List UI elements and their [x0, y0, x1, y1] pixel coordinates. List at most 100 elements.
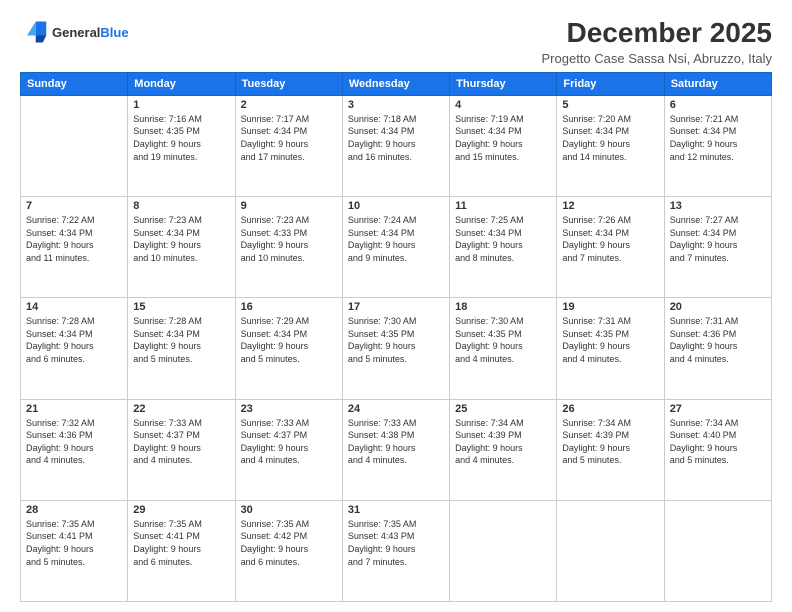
table-row: 10 Sunrise: 7:24 AMSunset: 4:34 PMDayligh… [342, 197, 449, 298]
table-row: 21 Sunrise: 7:32 AMSunset: 4:36 PMDayligh… [21, 399, 128, 500]
day-info: Sunrise: 7:27 AMSunset: 4:34 PMDaylight:… [670, 214, 766, 264]
table-row: 31 Sunrise: 7:35 AMSunset: 4:43 PMDayligh… [342, 500, 449, 601]
table-row: 29 Sunrise: 7:35 AMSunset: 4:41 PMDayligh… [128, 500, 235, 601]
day-number: 16 [241, 301, 337, 313]
day-number: 30 [241, 504, 337, 516]
day-info: Sunrise: 7:25 AMSunset: 4:34 PMDaylight:… [455, 214, 551, 264]
day-number: 31 [348, 504, 444, 516]
col-thursday: Thursday [450, 72, 557, 95]
day-number: 2 [241, 99, 337, 111]
table-row: 4Sunrise: 7:19 AMSunset: 4:34 PMDaylight… [450, 95, 557, 196]
day-number: 12 [562, 200, 658, 212]
day-number: 23 [241, 403, 337, 415]
table-row: 19Sunrise: 7:31 AMSunset: 4:35 PMDayligh… [557, 298, 664, 399]
calendar-header-row: Sunday Monday Tuesday Wednesday Thursday… [21, 72, 772, 95]
table-row: 15 Sunrise: 7:28 AMSunset: 4:34 PMDayligh… [128, 298, 235, 399]
day-number: 3 [348, 99, 444, 111]
day-number: 26 [562, 403, 658, 415]
day-number: 9 [241, 200, 337, 212]
day-number: 24 [348, 403, 444, 415]
col-saturday: Saturday [664, 72, 771, 95]
day-number: 22 [133, 403, 229, 415]
table-row: 22 Sunrise: 7:33 AMSunset: 4:37 PMDayligh… [128, 399, 235, 500]
day-number: 18 [455, 301, 551, 313]
day-number: 14 [26, 301, 122, 313]
table-row: 11 Sunrise: 7:25 AMSunset: 4:34 PMDayligh… [450, 197, 557, 298]
day-info: Sunrise: 7:20 AMSunset: 4:34 PMDaylight:… [562, 113, 658, 163]
table-row: 8 Sunrise: 7:23 AMSunset: 4:34 PMDaylight… [128, 197, 235, 298]
table-row: 7 Sunrise: 7:22 AMSunset: 4:34 PMDaylight… [21, 197, 128, 298]
col-wednesday: Wednesday [342, 72, 449, 95]
day-info: Sunrise: 7:21 AMSunset: 4:34 PMDaylight:… [670, 113, 766, 163]
day-info: Sunrise: 7:33 AMSunset: 4:37 PMDaylight:… [241, 417, 337, 467]
day-number: 15 [133, 301, 229, 313]
table-row: 27 Sunrise: 7:34 AMSunset: 4:40 PMDayligh… [664, 399, 771, 500]
table-row: 23 Sunrise: 7:33 AMSunset: 4:37 PMDayligh… [235, 399, 342, 500]
day-info: Sunrise: 7:31 AMSunset: 4:36 PMDaylight:… [670, 315, 766, 365]
calendar-table: Sunday Monday Tuesday Wednesday Thursday… [20, 72, 772, 602]
table-row: 1Sunrise: 7:16 AMSunset: 4:35 PMDaylight… [128, 95, 235, 196]
day-info: Sunrise: 7:35 AMSunset: 4:41 PMDaylight:… [26, 518, 122, 568]
day-number: 21 [26, 403, 122, 415]
day-number: 27 [670, 403, 766, 415]
day-info: Sunrise: 7:35 AMSunset: 4:41 PMDaylight:… [133, 518, 229, 568]
day-info: Sunrise: 7:30 AMSunset: 4:35 PMDaylight:… [348, 315, 444, 365]
day-info: Sunrise: 7:22 AMSunset: 4:34 PMDaylight:… [26, 214, 122, 264]
table-row: 18 Sunrise: 7:30 AMSunset: 4:35 PMDayligh… [450, 298, 557, 399]
table-row: 28Sunrise: 7:35 AMSunset: 4:41 PMDayligh… [21, 500, 128, 601]
table-row: 17Sunrise: 7:30 AMSunset: 4:35 PMDayligh… [342, 298, 449, 399]
day-info: Sunrise: 7:23 AMSunset: 4:34 PMDaylight:… [133, 214, 229, 264]
col-sunday: Sunday [21, 72, 128, 95]
table-row [21, 95, 128, 196]
table-row: 24 Sunrise: 7:33 AMSunset: 4:38 PMDayligh… [342, 399, 449, 500]
table-row: 14Sunrise: 7:28 AMSunset: 4:34 PMDayligh… [21, 298, 128, 399]
logo: GeneralBlue [20, 18, 129, 46]
day-number: 6 [670, 99, 766, 111]
day-info: Sunrise: 7:34 AMSunset: 4:40 PMDaylight:… [670, 417, 766, 467]
page: GeneralBlue December 2025 Progetto Case … [0, 0, 792, 612]
table-row: 26 Sunrise: 7:34 AMSunset: 4:39 PMDayligh… [557, 399, 664, 500]
day-number: 29 [133, 504, 229, 516]
day-info: Sunrise: 7:35 AMSunset: 4:42 PMDaylight:… [241, 518, 337, 568]
table-row: 25 Sunrise: 7:34 AMSunset: 4:39 PMDayligh… [450, 399, 557, 500]
day-info: Sunrise: 7:26 AMSunset: 4:34 PMDaylight:… [562, 214, 658, 264]
day-number: 5 [562, 99, 658, 111]
day-info: Sunrise: 7:19 AMSunset: 4:34 PMDaylight:… [455, 113, 551, 163]
day-number: 1 [133, 99, 229, 111]
day-info: Sunrise: 7:30 AMSunset: 4:35 PMDaylight:… [455, 315, 551, 365]
col-monday: Monday [128, 72, 235, 95]
month-title: December 2025 [542, 18, 773, 49]
day-info: Sunrise: 7:28 AMSunset: 4:34 PMDaylight:… [133, 315, 229, 365]
day-info: Sunrise: 7:18 AMSunset: 4:34 PMDaylight:… [348, 113, 444, 163]
table-row: 30 Sunrise: 7:35 AMSunset: 4:42 PMDayligh… [235, 500, 342, 601]
table-row: 5 Sunrise: 7:20 AMSunset: 4:34 PMDaylight… [557, 95, 664, 196]
table-row: 3 Sunrise: 7:18 AMSunset: 4:34 PMDaylight… [342, 95, 449, 196]
day-number: 13 [670, 200, 766, 212]
table-row: 12 Sunrise: 7:26 AMSunset: 4:34 PMDayligh… [557, 197, 664, 298]
day-number: 8 [133, 200, 229, 212]
day-info: Sunrise: 7:32 AMSunset: 4:36 PMDaylight:… [26, 417, 122, 467]
logo-text: GeneralBlue [52, 25, 129, 40]
table-row [450, 500, 557, 601]
table-row: 6 Sunrise: 7:21 AMSunset: 4:34 PMDaylight… [664, 95, 771, 196]
day-number: 11 [455, 200, 551, 212]
day-number: 7 [26, 200, 122, 212]
day-info: Sunrise: 7:33 AMSunset: 4:37 PMDaylight:… [133, 417, 229, 467]
table-row: 9Sunrise: 7:23 AMSunset: 4:33 PMDaylight… [235, 197, 342, 298]
day-number: 20 [670, 301, 766, 313]
day-number: 19 [562, 301, 658, 313]
day-info: Sunrise: 7:34 AMSunset: 4:39 PMDaylight:… [562, 417, 658, 467]
day-info: Sunrise: 7:33 AMSunset: 4:38 PMDaylight:… [348, 417, 444, 467]
table-row: 13 Sunrise: 7:27 AMSunset: 4:34 PMDayligh… [664, 197, 771, 298]
day-info: Sunrise: 7:35 AMSunset: 4:43 PMDaylight:… [348, 518, 444, 568]
table-row: 20 Sunrise: 7:31 AMSunset: 4:36 PMDayligh… [664, 298, 771, 399]
day-number: 25 [455, 403, 551, 415]
day-info: Sunrise: 7:17 AMSunset: 4:34 PMDaylight:… [241, 113, 337, 163]
day-number: 10 [348, 200, 444, 212]
col-tuesday: Tuesday [235, 72, 342, 95]
table-row: 2 Sunrise: 7:17 AMSunset: 4:34 PMDaylight… [235, 95, 342, 196]
subtitle: Progetto Case Sassa Nsi, Abruzzo, Italy [542, 51, 773, 66]
day-info: Sunrise: 7:24 AMSunset: 4:34 PMDaylight:… [348, 214, 444, 264]
table-row [557, 500, 664, 601]
day-info: Sunrise: 7:34 AMSunset: 4:39 PMDaylight:… [455, 417, 551, 467]
